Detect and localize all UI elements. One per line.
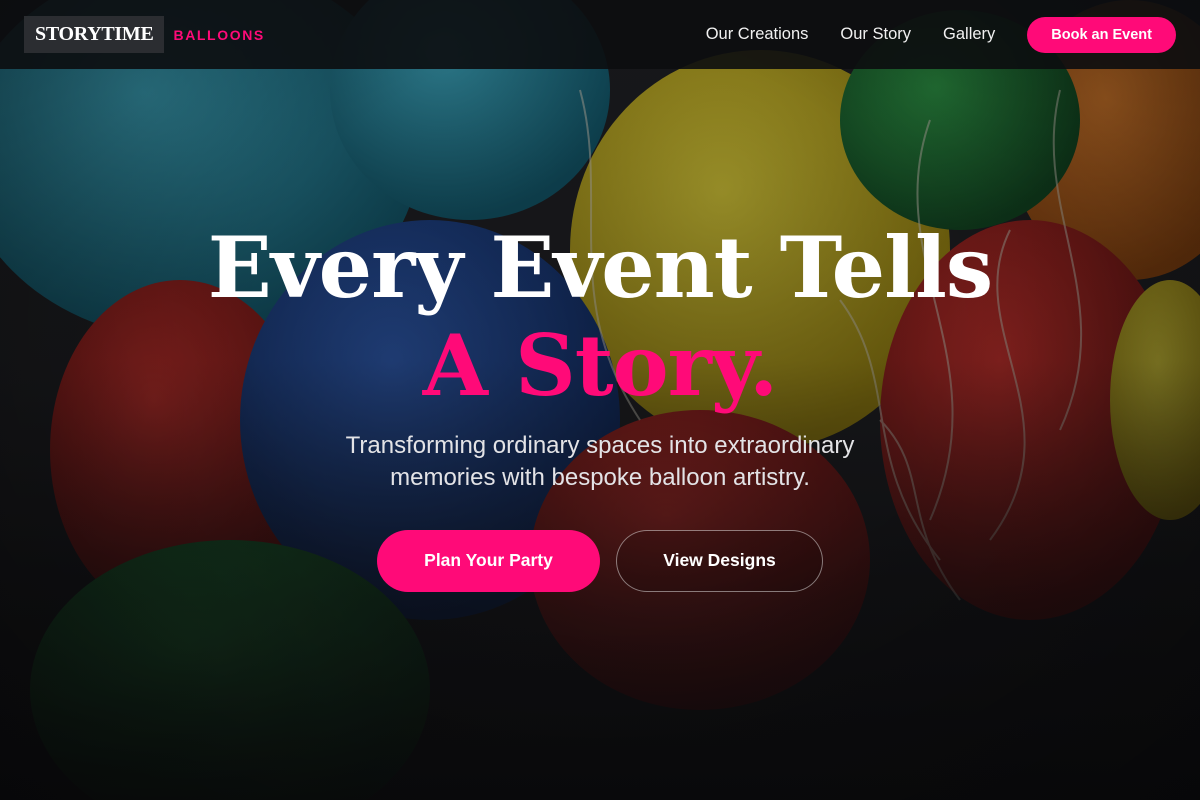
hero-section: Every Event Tells A Story. Transforming …	[0, 200, 1200, 592]
hero-actions: Plan Your Party View Designs	[0, 529, 1200, 592]
hero-headline: Every Event Tells A Story.	[0, 226, 1200, 408]
headline-line-1: Every Event Tells	[207, 218, 993, 317]
headline-line-2: A Story.	[422, 316, 779, 415]
hero-subtitle: Transforming ordinary spaces into extrao…	[345, 432, 855, 492]
brand-logo[interactable]: STORYTIME BALLOONS	[24, 16, 265, 53]
nav-link-our-story[interactable]: Our Story	[840, 25, 911, 44]
nav-link-gallery[interactable]: Gallery	[943, 25, 995, 44]
view-designs-button[interactable]: View Designs	[616, 529, 823, 592]
plan-your-party-button[interactable]: Plan Your Party	[377, 529, 600, 592]
navbar: STORYTIME BALLOONS Our Creations Our Sto…	[0, 0, 1200, 69]
nav-link-our-creations[interactable]: Our Creations	[706, 25, 809, 44]
brand-tagline: BALLOONS	[173, 26, 265, 43]
brand-name: STORYTIME	[24, 16, 165, 53]
nav-links: Our Creations Our Story Gallery Book an …	[706, 16, 1176, 53]
book-an-event-button[interactable]: Book an Event	[1027, 16, 1176, 53]
